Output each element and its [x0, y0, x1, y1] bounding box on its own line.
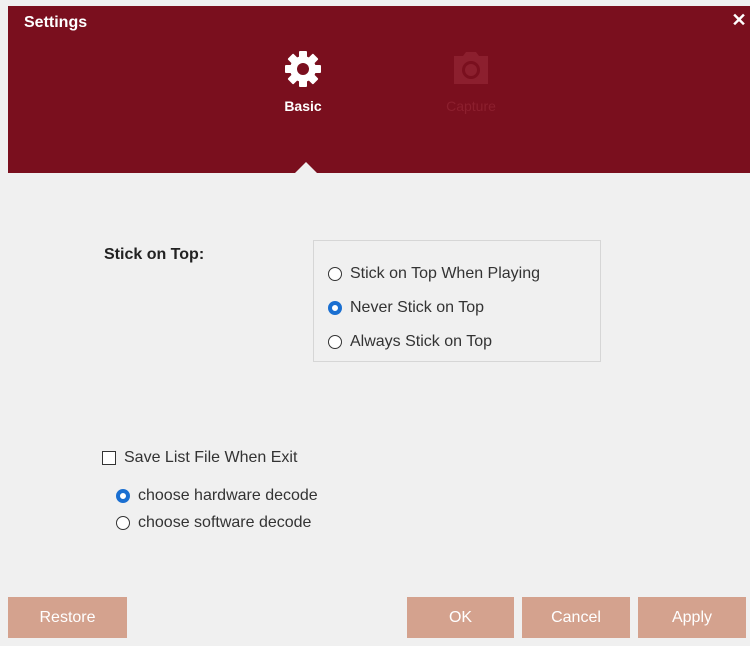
close-button[interactable]: ✕	[730, 10, 748, 30]
tab-basic-label: Basic	[284, 98, 322, 114]
radio-button-checked[interactable]	[116, 489, 130, 503]
stick-on-top-group: Stick on Top When Playing Never Stick on…	[313, 240, 601, 362]
save-list-checkbox-row[interactable]: Save List File When Exit	[102, 449, 297, 467]
ok-button[interactable]: OK	[407, 597, 514, 638]
header-bar: Settings ✕ Basic Capture	[8, 6, 750, 173]
radio-label: choose software decode	[138, 514, 312, 531]
tab-capture[interactable]: Capture	[426, 48, 516, 128]
gear-icon	[285, 51, 321, 87]
cancel-button[interactable]: Cancel	[522, 597, 630, 638]
apply-button[interactable]: Apply	[638, 597, 746, 638]
radio-label: Stick on Top When Playing	[350, 265, 541, 282]
radio-hardware-decode[interactable]: choose hardware decode	[116, 487, 318, 505]
radio-label: Always Stick on Top	[350, 333, 492, 350]
radio-always-stick[interactable]: Always Stick on Top	[328, 333, 492, 351]
radio-button[interactable]	[328, 335, 342, 349]
radio-button[interactable]	[116, 516, 130, 530]
camera-icon	[454, 52, 488, 84]
radio-button[interactable]	[328, 267, 342, 281]
save-list-label: Save List File When Exit	[124, 449, 298, 466]
restore-button[interactable]: Restore	[8, 597, 127, 638]
window-title: Settings	[24, 14, 88, 31]
tab-capture-label: Capture	[446, 98, 496, 114]
save-list-checkbox[interactable]	[102, 451, 116, 465]
radio-never-stick[interactable]: Never Stick on Top	[328, 299, 484, 317]
settings-dialog: Settings ✕ Basic Capture Stick on Top: S…	[8, 6, 750, 646]
radio-stick-when-playing[interactable]: Stick on Top When Playing	[328, 265, 540, 283]
radio-label: choose hardware decode	[138, 487, 318, 504]
stick-on-top-label: Stick on Top:	[104, 246, 205, 263]
tab-basic[interactable]: Basic	[258, 48, 348, 128]
radio-button-checked[interactable]	[328, 301, 342, 315]
radio-software-decode[interactable]: choose software decode	[116, 514, 311, 532]
active-tab-indicator	[295, 162, 317, 173]
radio-label: Never Stick on Top	[350, 299, 484, 316]
